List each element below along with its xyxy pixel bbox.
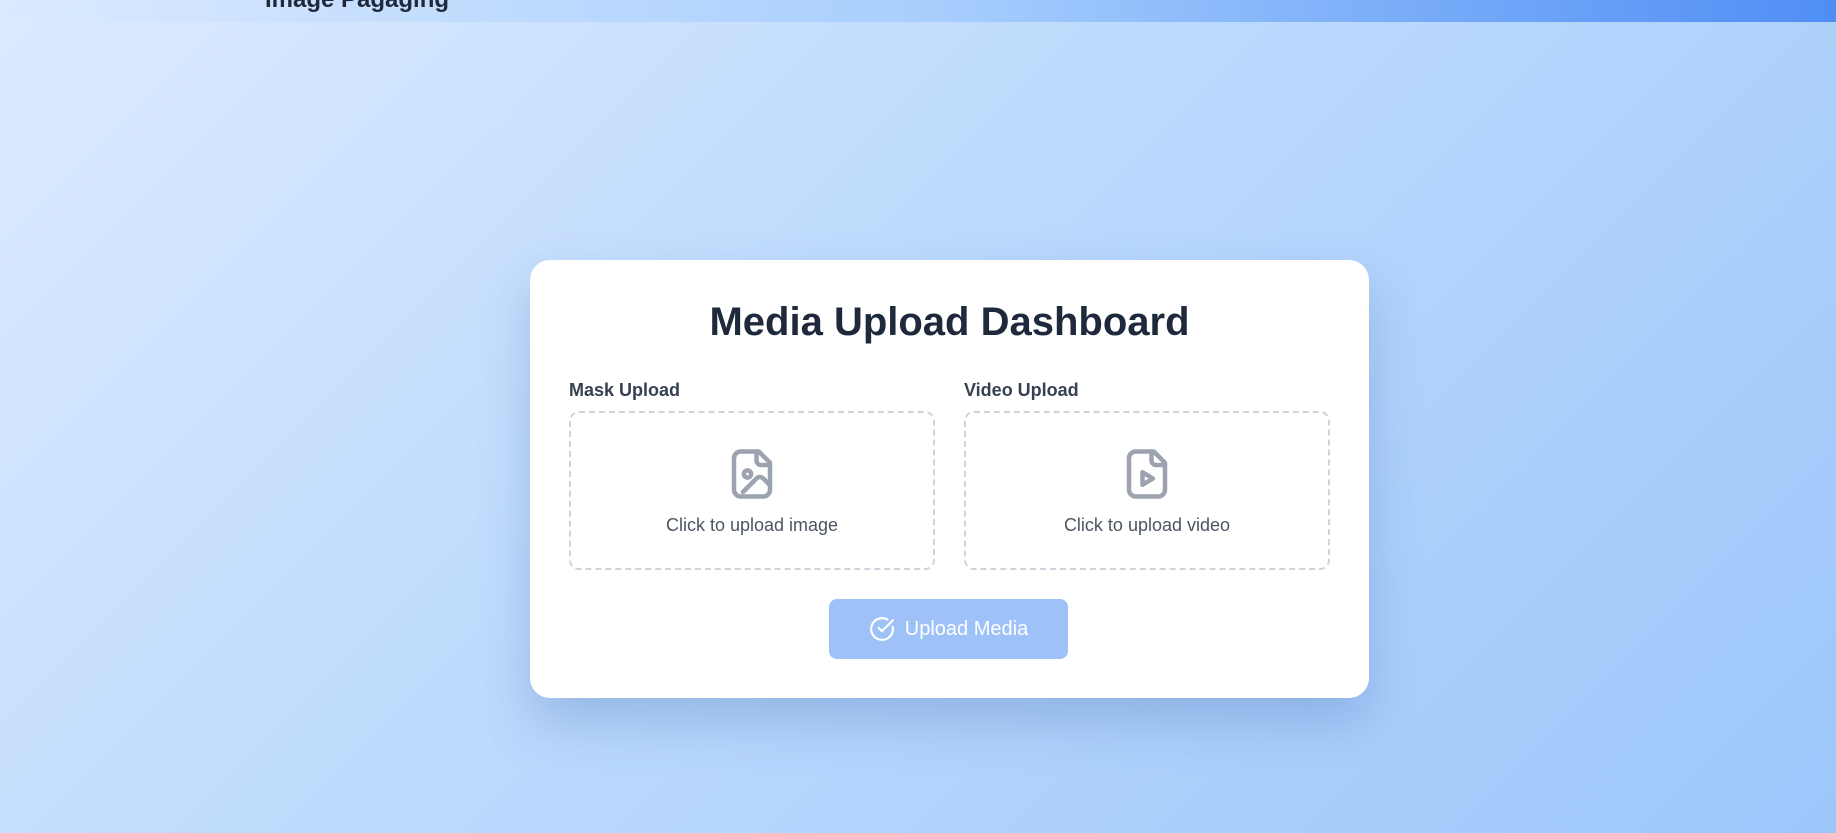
- mask-upload-prompt: Click to upload image: [665, 515, 839, 535]
- file-video-icon: [1126, 449, 1168, 499]
- video-upload-label: Video Upload: [964, 380, 1079, 400]
- header-title: Image Pagaging: [265, 0, 449, 14]
- check-circle-icon: [869, 617, 894, 641]
- file-image-icon: [731, 449, 773, 499]
- mask-upload-label: Mask Upload: [569, 380, 681, 400]
- top-header-bar: Image Pagaging: [0, 0, 1836, 22]
- page-title: Media Upload Dashboard: [709, 300, 1190, 344]
- mask-upload-dropzone[interactable]: Click to upload image: [569, 411, 935, 570]
- upload-card: Media Upload Dashboard Mask Upload Click…: [530, 260, 1369, 698]
- video-upload-dropzone[interactable]: Click to upload video: [964, 411, 1330, 570]
- upload-media-label: Upload Media: [904, 617, 1029, 640]
- video-upload-prompt: Click to upload video: [1063, 515, 1231, 535]
- upload-media-button[interactable]: Upload Media: [829, 599, 1068, 659]
- video-upload-section: Video Upload Click to upload video: [964, 377, 1330, 570]
- mask-upload-section: Mask Upload Click to upload image: [569, 377, 935, 570]
